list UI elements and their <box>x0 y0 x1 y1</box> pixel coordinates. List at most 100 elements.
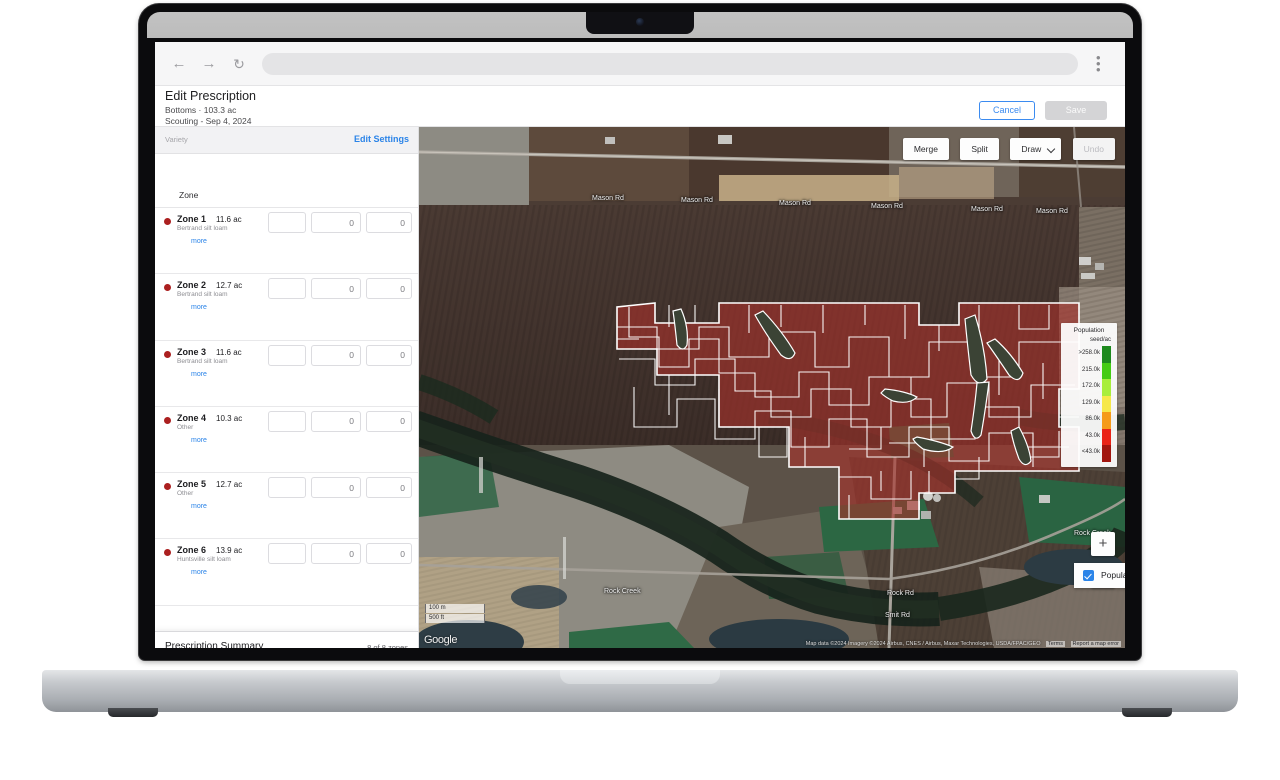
zone-name: Zone 2 <box>177 280 207 291</box>
draw-label: Draw <box>1021 144 1042 154</box>
screen-viewport: ← → ↻ • • • Edit Prescription Bottoms · 10… <box>155 42 1125 648</box>
map-area[interactable]: Mason Rd Mason Rd Mason Rd Mason Rd Mason Rd… <box>419 127 1125 648</box>
zone-liquid-input[interactable] <box>366 543 412 565</box>
zone-list[interactable]: Zone 111.6 acBertrand silt loammoreZone … <box>155 208 418 637</box>
zone-more-link[interactable]: more <box>191 569 207 576</box>
zone-population-input[interactable] <box>311 543 361 565</box>
legend-swatch <box>1102 346 1111 363</box>
split-button[interactable]: Split <box>960 138 999 160</box>
zone-soil: Bertrand silt loam <box>177 225 228 232</box>
zone-row[interactable]: Zone 1 11.6 ac Bertrand silt loam more <box>155 208 418 275</box>
zone-name: Zone 1 <box>177 214 207 224</box>
zone-color-dot <box>164 483 171 491</box>
zone-row[interactable]: Zone 4 10.3 ac Other more <box>155 406 418 474</box>
zone-table-header: Zone Target Dry Yield bu/ac Population s… <box>155 154 418 208</box>
zone-acres: 11.6 ac <box>216 215 242 224</box>
legend-swatch <box>1102 395 1111 413</box>
zone-target-dry-yield-input[interactable] <box>268 543 306 565</box>
legend-tick-label: 215.0k <box>1081 366 1100 373</box>
zone-color-dot <box>164 350 171 358</box>
zone-color-dot <box>164 416 171 424</box>
population-rate-label: Population Rate <box>1101 570 1125 580</box>
zone-population-input[interactable] <box>311 278 361 300</box>
legend-swatch <box>1102 379 1111 396</box>
zone-row[interactable]: Zone 6 13.9 ac Huntsville silt loam more <box>155 539 418 606</box>
arrow-right-icon[interactable]: → <box>199 54 219 74</box>
undo-button[interactable]: Undo <box>1072 138 1115 160</box>
legend-tick-label: 129.0k <box>1081 399 1100 406</box>
event-subtitle: Scouting - Sep 4, 2024 <box>165 116 252 126</box>
zoom-in-button[interactable]: + <box>1091 532 1115 556</box>
zone-row[interactable]: Zone 2 12.7 ac Bertrand silt loam more <box>155 274 418 341</box>
zone-target-dry-yield-input[interactable] <box>268 344 306 366</box>
zone-acres: 13.9 ac <box>216 546 243 556</box>
cancel-button[interactable]: Cancel <box>979 101 1035 120</box>
merge-button[interactable]: Merge <box>902 138 949 160</box>
zone-soil: Other <box>177 490 194 498</box>
zone-more-link[interactable]: more <box>191 503 207 510</box>
variety-label: Variety <box>165 135 188 144</box>
zone-target-dry-yield-input[interactable] <box>268 212 306 233</box>
arrow-left-icon[interactable]: ← <box>169 54 189 74</box>
zone-target-dry-yield-input[interactable] <box>268 410 306 432</box>
zone-liquid-input[interactable] <box>366 212 412 233</box>
draw-dropdown[interactable]: Draw <box>1010 138 1062 160</box>
kebab-menu-icon[interactable]: • • • <box>1096 51 1101 76</box>
zone-soil: Huntsville silt loam <box>177 556 231 564</box>
satellite-imagery <box>419 127 1125 648</box>
zone-liquid-input[interactable] <box>366 477 412 499</box>
zone-soil: Bertrand silt loam <box>177 291 228 299</box>
legend-tick-label: >258.0k <box>1078 350 1100 356</box>
zone-more-link[interactable]: more <box>191 437 207 444</box>
legend-swatch <box>1102 412 1111 429</box>
legend-unit: seed/ac <box>1089 337 1111 343</box>
zone-population-input[interactable] <box>311 410 361 432</box>
zone-more-link[interactable]: more <box>191 238 207 245</box>
zone-target-dry-yield-input[interactable] <box>268 278 306 300</box>
app-header: Edit Prescription Bottoms · 103.3 ac Sco… <box>155 86 1125 127</box>
zone-population-input[interactable] <box>311 477 361 499</box>
edit-settings-link[interactable]: Edit Settings <box>354 134 409 144</box>
zone-name: Zone 3 <box>177 346 207 357</box>
zone-more-link[interactable]: more <box>191 304 207 311</box>
laptop-foot-left <box>108 708 158 717</box>
zone-liquid-input[interactable] <box>366 410 412 432</box>
scale-imperial: 500 ft <box>425 614 485 623</box>
zone-liquid-input[interactable] <box>366 278 412 300</box>
url-input[interactable] <box>262 53 1078 75</box>
legend-swatch <box>1102 428 1111 446</box>
legend-title: Population <box>1073 327 1105 334</box>
population-rate-panel: Population Rate Change map <box>1074 563 1125 588</box>
zone-target-dry-yield-input[interactable] <box>268 477 306 499</box>
zone-panel: Variety Edit Settings Zone Target Dry Yi… <box>155 127 419 648</box>
legend-swatch <box>1102 362 1111 380</box>
report-map-error-link[interactable]: Report a map error <box>1070 641 1121 647</box>
zone-name: Zone 6 <box>177 545 207 556</box>
laptop-mockup: ← → ↻ • • • Edit Prescription Bottoms · 10… <box>0 0 1280 780</box>
column-header-zone: Zone <box>179 190 199 200</box>
zone-row[interactable]: Zone 5 12.7 ac Other more <box>155 473 418 540</box>
summary-zones-count: 8 of 8 zones <box>367 643 408 648</box>
summary-title: Prescription Summary <box>165 641 264 648</box>
legend-tick-label: 43.0k <box>1085 432 1100 439</box>
zone-acres: 12.7 ac <box>216 281 243 291</box>
zone-row[interactable]: Zone 3 11.6 ac Bertrand silt loam more <box>155 340 418 407</box>
zone-population-input[interactable] <box>311 344 361 366</box>
map-attribution: Map data ©2024 Imagery ©2024 Airbus, CNE… <box>806 641 1121 647</box>
zone-color-dot <box>164 284 171 292</box>
zone-population-input[interactable] <box>311 212 361 233</box>
terms-link[interactable]: Terms <box>1046 641 1065 647</box>
legend-gradient <box>1102 346 1111 462</box>
zone-soil: Bertrand silt loam <box>177 357 228 365</box>
population-rate-checkbox[interactable] <box>1083 570 1094 581</box>
zone-name: Zone 4 <box>177 412 207 423</box>
variety-bar: Variety Edit Settings <box>155 127 418 154</box>
zone-more-link[interactable]: more <box>191 371 207 378</box>
laptop-base-notch <box>560 670 720 684</box>
chevron-down-icon <box>1046 144 1056 154</box>
zone-liquid-input[interactable] <box>366 344 412 366</box>
reload-icon[interactable]: ↻ <box>229 54 249 74</box>
save-button[interactable]: Save <box>1045 101 1107 120</box>
page-title: Edit Prescription <box>165 89 257 103</box>
zone-acres: 11.6 ac <box>216 347 242 357</box>
